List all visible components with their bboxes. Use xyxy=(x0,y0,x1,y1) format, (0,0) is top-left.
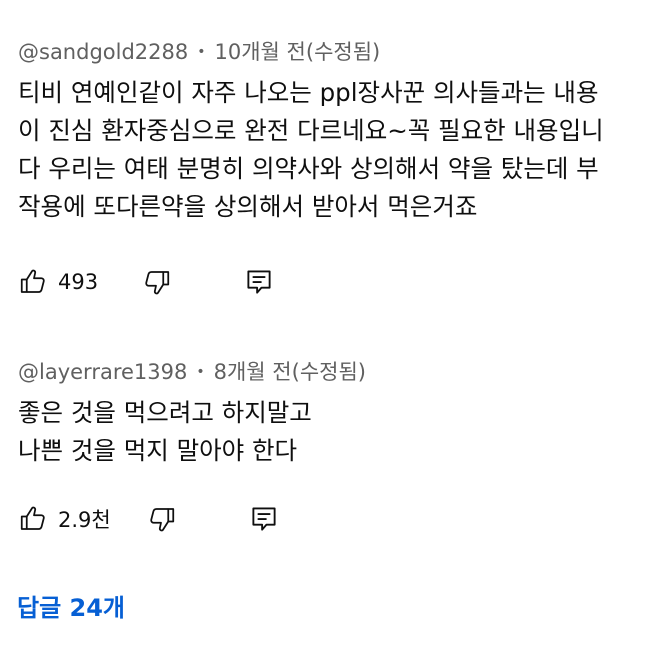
comment-text: 좋은 것을 먹으려고 하지말고 나쁜 것을 먹지 말아야 한다 xyxy=(18,394,648,470)
comment-text-line: 좋은 것을 먹으려고 하지말고 xyxy=(18,398,312,427)
comment-text: 티비 연예인같이 자주 나오는 ppl장사꾼 의사들과는 내용 이 진심 환자중… xyxy=(18,74,648,226)
comment-actions: 2.9천 xyxy=(18,501,279,537)
meta-separator: • xyxy=(196,364,205,380)
dislike-button[interactable] xyxy=(147,504,177,534)
comment-author[interactable]: @sandgold2288 xyxy=(18,36,188,68)
comment-meta: @layerrare1398 • 8개월 전(수정됨) xyxy=(18,356,648,388)
comment-item: @sandgold2288 • 10개월 전(수정됨) 티비 연예인같이 자주 … xyxy=(18,36,648,295)
like-button[interactable] xyxy=(18,267,48,297)
thumb-down-icon xyxy=(145,271,170,295)
like-count: 493 xyxy=(58,270,99,294)
thumb-up-icon xyxy=(20,506,45,530)
thumb-down-icon xyxy=(150,508,174,532)
reply-button[interactable] xyxy=(249,504,279,534)
reply-button[interactable] xyxy=(244,267,274,297)
like-count: 2.9천 xyxy=(58,508,111,532)
comment-text-line: 이 진심 환자중심으로 완전 다르네요~꼭 필요한 내용입니 xyxy=(18,116,604,145)
comment-text-line: 작용에 또다른약을 상의해서 받아서 먹은거죠 xyxy=(18,192,478,221)
comment-text-line: 다 우리는 여태 분명히 의약사와 상의해서 약을 탔는데 부 xyxy=(18,154,599,183)
comment-timestamp[interactable]: 8개월 전(수정됨) xyxy=(214,356,366,388)
comment-text-line: 나쁜 것을 먹지 말아야 한다 xyxy=(18,436,298,465)
dislike-button[interactable] xyxy=(142,267,172,297)
comment-item: @layerrare1398 • 8개월 전(수정됨) 좋은 것을 먹으려고 하… xyxy=(18,356,648,532)
thumb-up-icon xyxy=(20,269,45,293)
comment-author[interactable]: @layerrare1398 xyxy=(18,356,187,388)
meta-separator: • xyxy=(197,44,206,60)
comment-reply-icon xyxy=(252,507,276,531)
view-replies-link[interactable]: 답글 24개 xyxy=(17,588,125,623)
comment-reply-icon xyxy=(247,270,271,294)
comment-actions: 493 xyxy=(18,264,274,300)
comment-meta: @sandgold2288 • 10개월 전(수정됨) xyxy=(18,36,648,68)
like-button[interactable] xyxy=(18,504,48,534)
comment-timestamp[interactable]: 10개월 전(수정됨) xyxy=(215,36,381,68)
comment-text-line: 티비 연예인같이 자주 나오는 ppl장사꾼 의사들과는 내용 xyxy=(18,78,599,107)
